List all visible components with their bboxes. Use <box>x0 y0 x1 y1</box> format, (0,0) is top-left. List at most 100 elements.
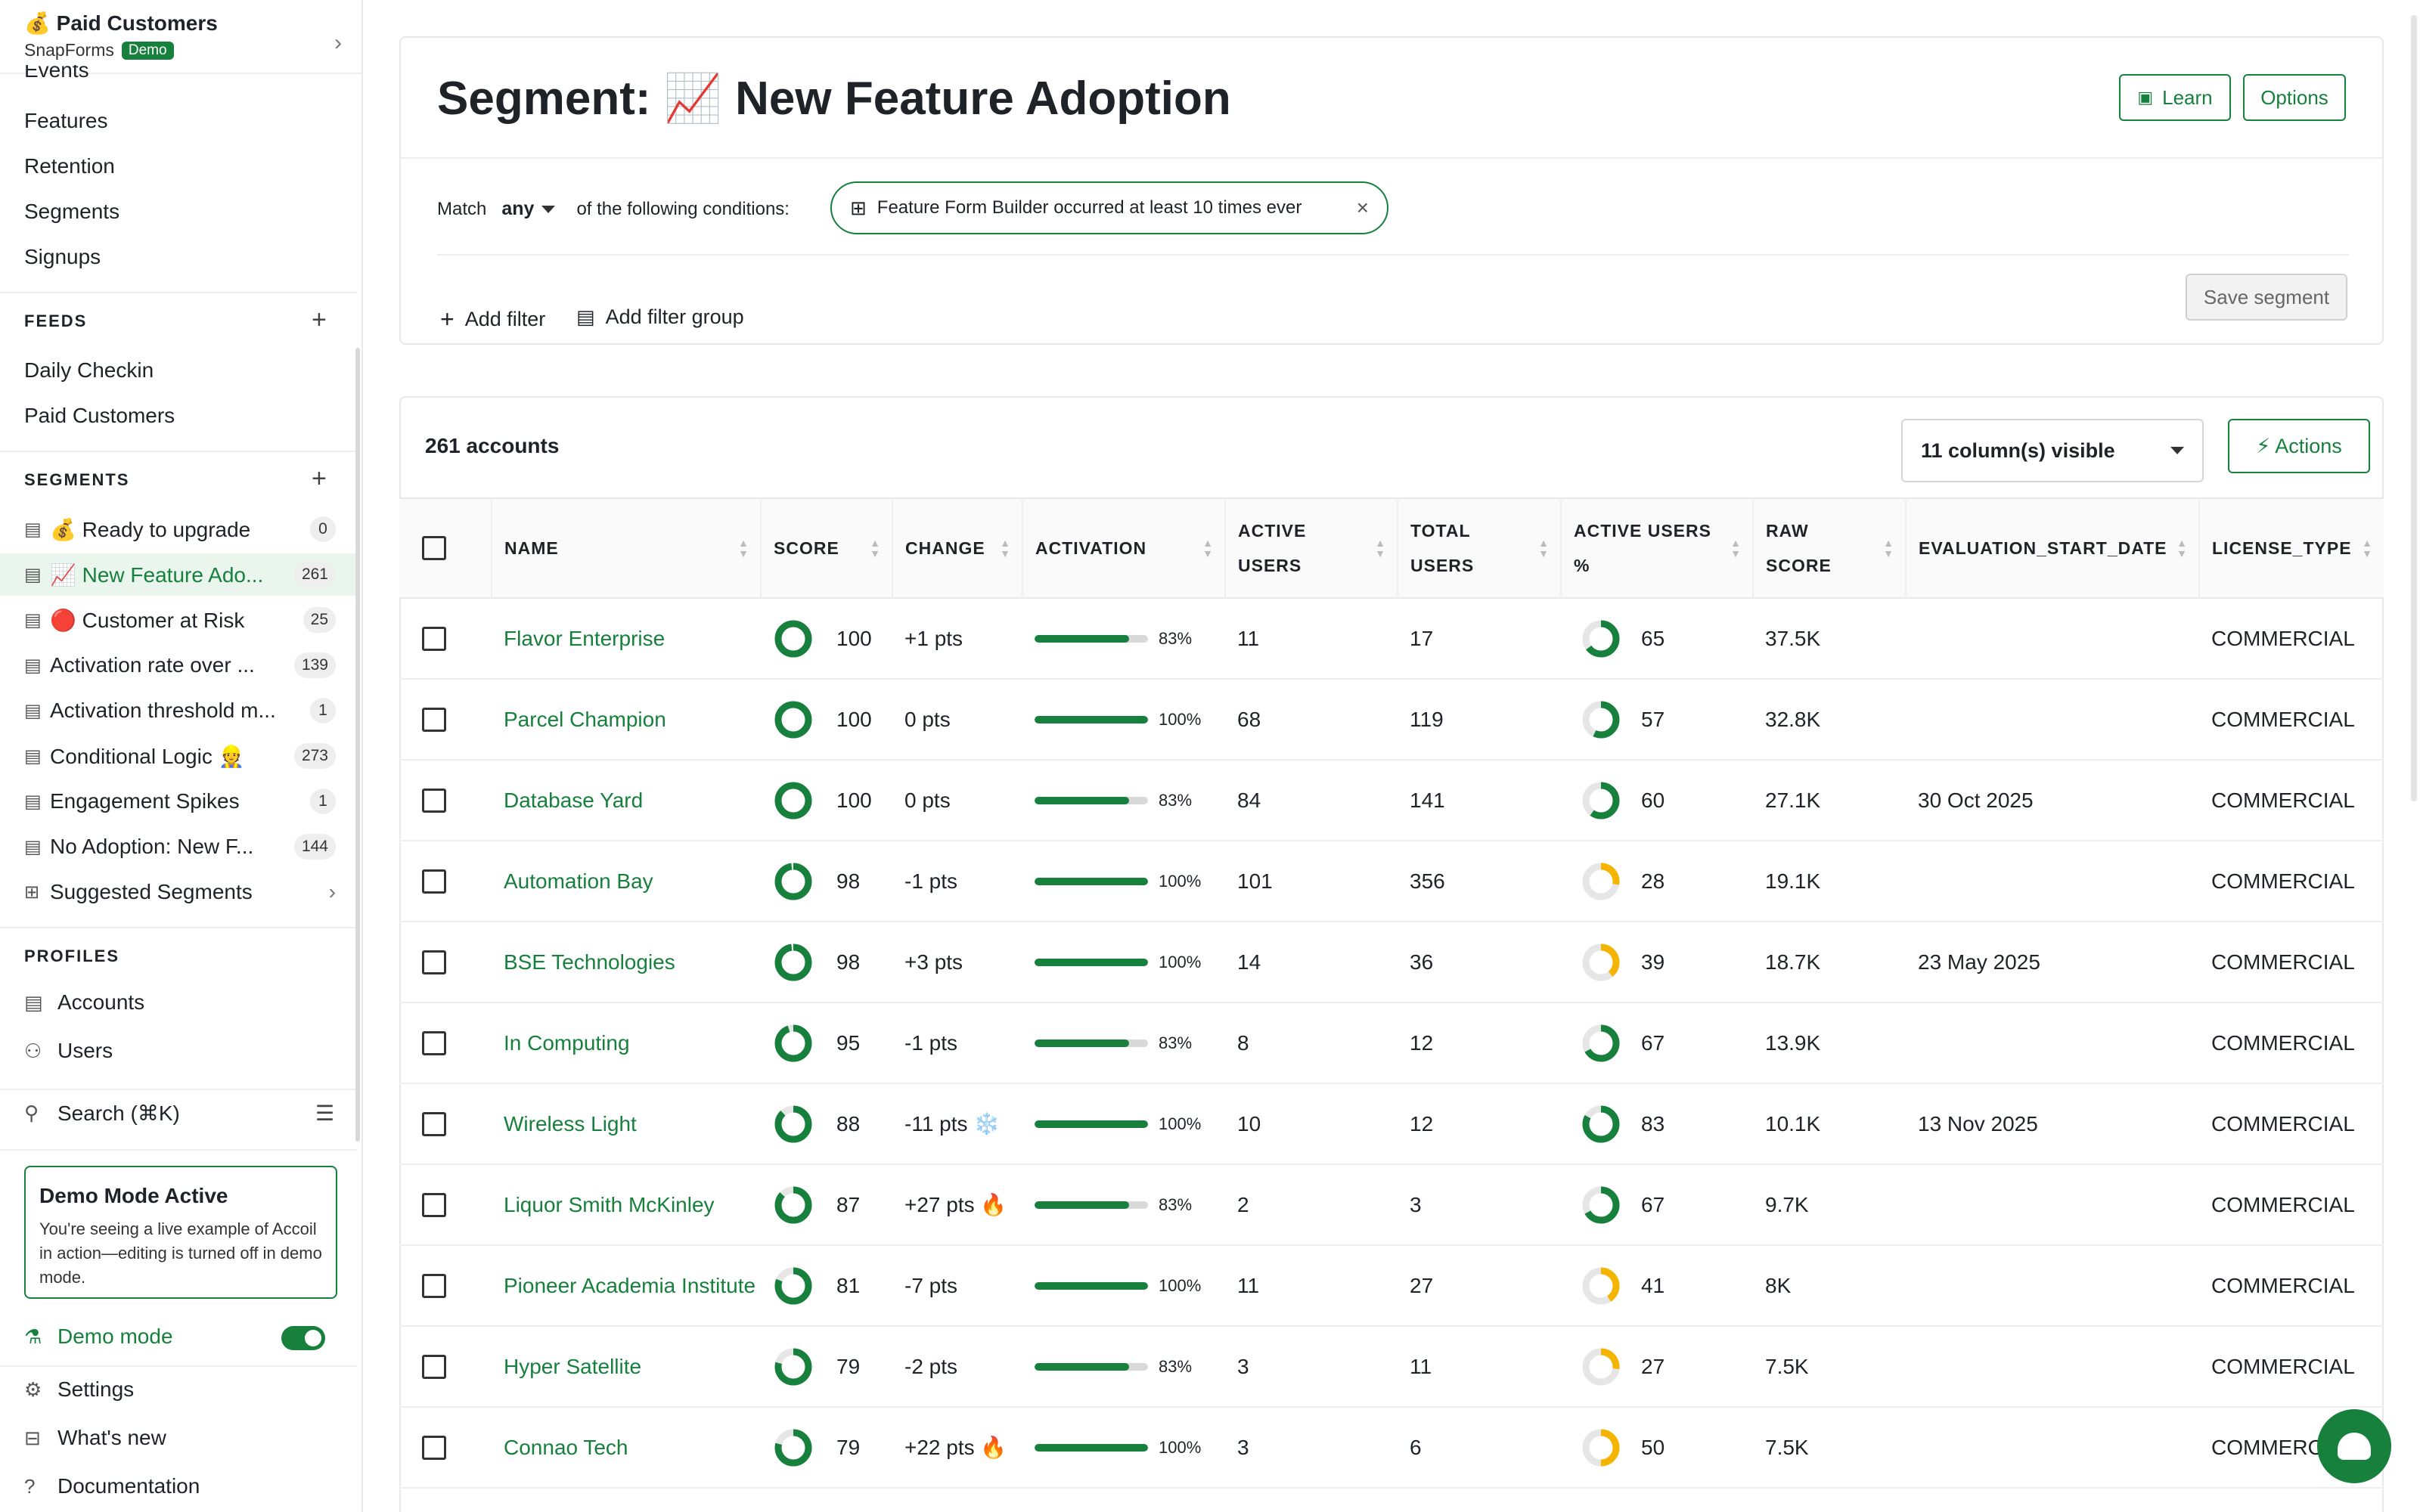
nav-accounts[interactable]: ▤ Accounts <box>24 990 144 1015</box>
evaluation-start-date-value <box>1906 1245 2199 1326</box>
table-row[interactable]: Parcel Champion 100 0 pts 100% 68 119 57 32.8K C… <box>399 679 2384 760</box>
actions-button[interactable]: ⚡ Actions <box>2228 419 2370 473</box>
account-name-link[interactable]: In Computing <box>492 1002 761 1083</box>
account-name-link[interactable]: Parcel Champion <box>492 679 761 760</box>
table-row[interactable]: Hyper Satellite 79 -2 pts 83% 3 11 27 7.5K COMME… <box>399 1326 2384 1407</box>
account-name-link[interactable]: Connao Tech <box>492 1407 761 1488</box>
select-all-checkbox[interactable] <box>422 536 446 560</box>
table-row[interactable]: Database Yard 100 0 pts 83% 84 141 60 27.1K 30 O… <box>399 760 2384 841</box>
col-header[interactable]: NAME ▲ ▼ <box>492 498 762 598</box>
raw-score-value: 9.7K <box>1765 1192 1809 1216</box>
workspace-switcher[interactable]: 💰 Paid Customers SnapForms Demo › <box>24 11 342 64</box>
account-name-link[interactable]: Flavor Enterprise <box>492 598 761 679</box>
row-checkbox[interactable] <box>422 1273 446 1298</box>
segment-item[interactable]: ▤ 🔴 Customer at Risk 25 <box>24 599 336 641</box>
row-checkbox[interactable] <box>422 1111 446 1136</box>
row-checkbox[interactable] <box>422 788 446 813</box>
nav-segments[interactable]: Segments <box>24 200 119 224</box>
nav-documentation[interactable]: ? Documentation <box>24 1474 200 1498</box>
donut-icon <box>1582 1429 1620 1466</box>
account-name-link[interactable]: Liquor Smith McKinley <box>492 1164 761 1245</box>
activation-bar <box>1035 796 1148 804</box>
columns-visible-select[interactable]: 11 column(s) visible <box>1901 419 2204 482</box>
sort-icon: ▲ ▼ <box>1375 537 1386 559</box>
feed-item[interactable]: Daily Checkin <box>24 358 154 383</box>
col-header[interactable]: RAW SCORE ▲ ▼ <box>1753 498 1907 598</box>
row-checkbox[interactable] <box>422 626 446 651</box>
save-segment-button[interactable]: Save segment <box>2186 274 2347 321</box>
sidebar-scrollbar[interactable] <box>355 348 360 1142</box>
search-trigger[interactable]: ⚲ Search (⌘K) ☰ <box>24 1101 334 1126</box>
col-header[interactable]: SCORE ▲ ▼ <box>761 498 893 598</box>
activation-bar <box>1035 715 1148 723</box>
feed-item[interactable]: Paid Customers <box>24 404 175 428</box>
col-header[interactable]: EVALUATION_START_DATE ▲ ▼ <box>1906 498 2200 598</box>
nav-signups[interactable]: Signups <box>24 245 101 269</box>
segment-item[interactable]: ▤ No Adoption: New F... 144 <box>24 826 336 868</box>
nav-whats-new[interactable]: ⊟ What's new <box>24 1426 166 1450</box>
segment-card: Segment: 📈 New Feature Adoption ▣ Learn O… <box>399 36 2384 345</box>
table-row[interactable]: Liquor Smith McKinley 87 +27 pts 🔥 83% 2 3 67 9… <box>399 1164 2384 1245</box>
segment-count: 139 <box>293 652 336 678</box>
account-name-link[interactable]: Hyper Satellite <box>492 1326 761 1407</box>
row-checkbox[interactable] <box>422 950 446 974</box>
row-checkbox[interactable] <box>422 707 446 732</box>
nav-events[interactable]: Events <box>24 65 89 83</box>
users-icon: ⚇ <box>24 1039 42 1062</box>
caret-down-icon[interactable] <box>541 205 556 213</box>
activation-bar <box>1035 1120 1148 1128</box>
table-row[interactable]: Automation Bay 98 -1 pts 100% 101 356 28 19.1K C… <box>399 841 2384 922</box>
segment-item[interactable]: ▤ Activation rate over ... 139 <box>24 644 336 686</box>
learn-button[interactable]: ▣ Learn <box>2119 74 2231 121</box>
evaluation-start-date-value <box>1906 1002 2199 1083</box>
row-checkbox[interactable] <box>422 869 446 894</box>
nav-users[interactable]: ⚇ Users <box>24 1039 113 1063</box>
nav-retention[interactable]: Retention <box>24 154 115 178</box>
options-button[interactable]: Options <box>2243 74 2346 121</box>
donut-icon <box>1582 620 1620 657</box>
segment-item[interactable]: ▤ Engagement Spikes 1 <box>24 780 336 823</box>
col-header[interactable]: TOTAL USERS ▲ ▼ <box>1398 498 1562 598</box>
match-select[interactable]: any <box>501 198 534 220</box>
donut-icon <box>1582 1186 1620 1223</box>
col-header[interactable]: LICENSE_TYPE ▲ ▼ <box>2199 498 2384 598</box>
segment-item[interactable]: ▤ Activation threshold m... 1 <box>24 689 336 732</box>
segment-item-active[interactable]: ▤ 📈 New Feature Ado... 261 <box>0 553 360 596</box>
remove-condition-icon[interactable]: × <box>1357 196 1369 220</box>
condition-chip[interactable]: ⊞ Feature Form Builder occurred at least… <box>830 181 1388 234</box>
nav-settings[interactable]: ⚙ Settings <box>24 1377 134 1402</box>
add-segment-icon[interactable]: + <box>312 466 327 491</box>
table-row[interactable]: Flavor Enterprise 100 +1 pts 83% 11 17 65 37.5K… <box>399 598 2384 679</box>
account-name-link[interactable]: Automation Bay <box>492 841 761 922</box>
col-header[interactable]: ACTIVE USERS % ▲ ▼ <box>1561 498 1754 598</box>
table-row[interactable]: Wireless Light 88 -11 pts ❄️ 100% 10 12 83 10.1… <box>399 1083 2384 1164</box>
add-filter-button[interactable]: + Add filter <box>440 305 545 333</box>
add-feed-icon[interactable]: + <box>312 307 327 333</box>
col-header[interactable]: CHANGE ▲ ▼ <box>892 498 1023 598</box>
col-header[interactable]: ACTIVE USERS ▲ ▼ <box>1225 498 1398 598</box>
total-users-value: 17 <box>1410 626 1434 650</box>
nav-features[interactable]: Features <box>24 109 108 133</box>
account-name-link[interactable]: BSE Technologies <box>492 922 761 1002</box>
change-value: +1 pts <box>904 626 963 650</box>
segment-item[interactable]: ▤ 💰 Ready to upgrade 0 <box>24 508 336 550</box>
page-scrollbar[interactable] <box>2411 15 2417 801</box>
suggested-segments[interactable]: ⊞ Suggested Segments › <box>24 871 336 913</box>
table-row[interactable]: Connao Tech 79 +22 pts 🔥 100% 3 6 50 7.5K COMMER… <box>399 1407 2384 1488</box>
table-row[interactable]: Pioneer Academia Institute 81 -7 pts 100% 11… <box>399 1245 2384 1326</box>
add-filter-group-button[interactable]: ▤ Add filter group <box>576 305 744 329</box>
row-checkbox[interactable] <box>422 1030 446 1055</box>
segment-item[interactable]: ▤ Conditional Logic 👷 273 <box>24 735 336 777</box>
row-checkbox[interactable] <box>422 1435 446 1460</box>
table-row[interactable]: In Computing 95 -1 pts 83% 8 12 67 13.9K COMMERC… <box>399 1002 2384 1083</box>
table-row[interactable]: BSE Technologies 98 +3 pts 100% 14 36 39 18.7K 2… <box>399 922 2384 1002</box>
account-name-link[interactable]: Database Yard <box>492 760 761 841</box>
row-checkbox[interactable] <box>422 1354 446 1379</box>
account-name-link[interactable]: Pioneer Academia Institute <box>492 1245 761 1326</box>
account-name-link[interactable]: Wireless Light <box>492 1083 761 1164</box>
col-header[interactable]: ACTIVATION ▲ ▼ <box>1022 498 1226 598</box>
chat-launcher-button[interactable] <box>2317 1409 2391 1483</box>
row-checkbox[interactable] <box>422 1192 446 1217</box>
donut-icon <box>774 701 812 738</box>
demo-mode-toggle[interactable] <box>281 1326 325 1350</box>
